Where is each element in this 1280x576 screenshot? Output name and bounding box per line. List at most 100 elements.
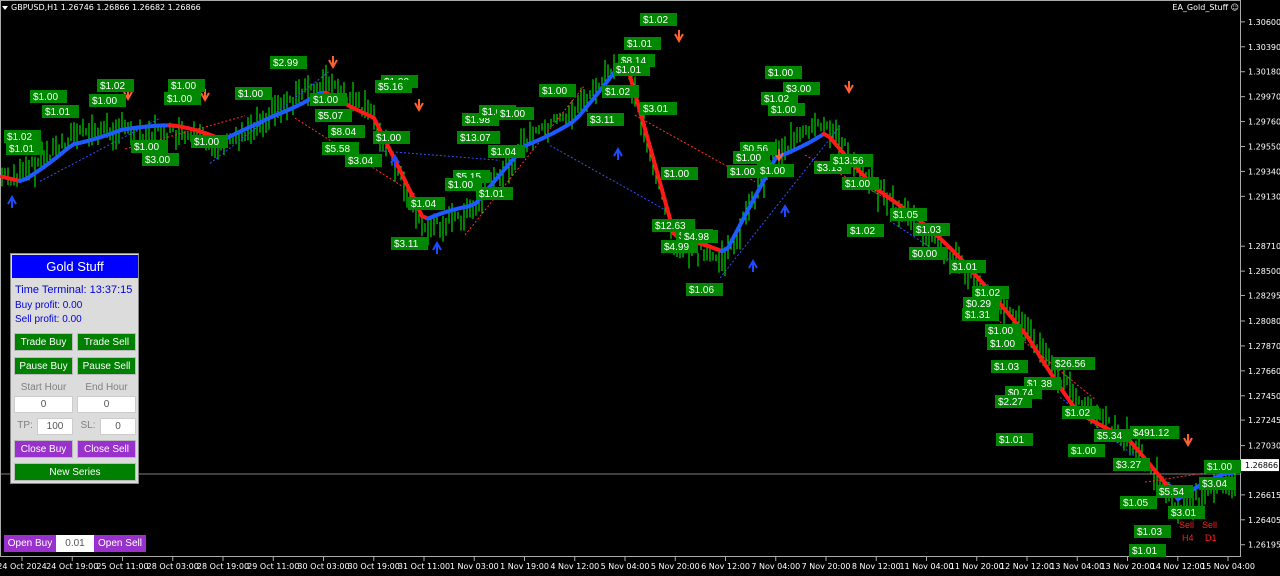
lot-size-field[interactable]: 0.01 xyxy=(56,535,94,552)
profit-label: $2.99 xyxy=(273,58,298,69)
price-tick-label: 1.27450 xyxy=(1248,392,1280,401)
profit-label: $3.11 xyxy=(394,239,419,250)
profit-label: $1.00 xyxy=(771,105,796,116)
profit-label: $1.01 xyxy=(45,107,70,118)
time-tick-label: 7 Nov 04:00 xyxy=(751,562,800,571)
profit-label: $1.05 xyxy=(1123,498,1148,509)
profit-label: $1.00 xyxy=(768,68,793,79)
profit-label: $3.00 xyxy=(145,155,170,166)
profit-label: $3.04 xyxy=(348,156,373,167)
price-tick-label: 1.27245 xyxy=(1248,416,1280,425)
time-tick-label: 11 Nov 04:00 xyxy=(900,562,954,571)
time-tick-label: 25 Oct 11:00 xyxy=(96,562,148,571)
time-tick-label: 24 Oct 19:00 xyxy=(46,562,98,571)
profit-label: $3.04 xyxy=(1202,479,1227,490)
profit-label: $3.00 xyxy=(786,84,811,95)
end-hour-label: End Hour xyxy=(85,382,128,393)
price-tick-label: 1.26405 xyxy=(1248,516,1280,525)
time-tick-label: 11 Nov 20:00 xyxy=(950,562,1004,571)
price-tick-label: 1.27870 xyxy=(1248,342,1280,351)
profit-label: $1.31 xyxy=(965,310,990,321)
price-tick-label: 1.27660 xyxy=(1248,367,1280,376)
profit-label: $1.02 xyxy=(850,226,875,237)
profit-label: $1.01 xyxy=(616,65,641,76)
end-hour-field[interactable]: 0 xyxy=(77,396,136,413)
close-sell-button[interactable]: Close Sell xyxy=(77,440,136,458)
profit-label: $2.27 xyxy=(998,397,1023,408)
profit-label: $1.00 xyxy=(730,167,755,178)
sl-field[interactable]: 0 xyxy=(100,418,136,435)
time-tick-label: 24 Oct 2024 xyxy=(0,562,47,571)
sell-profit: Sell profit: 0.00 xyxy=(15,314,82,325)
profit-label: $1.03 xyxy=(916,225,941,236)
profit-label: $1.00 xyxy=(313,95,338,106)
profit-label: $1.00 xyxy=(1207,462,1232,473)
profit-label: $1.00 xyxy=(448,180,473,191)
profit-label: $1.00 xyxy=(845,179,870,190)
price-tick-label: 1.29340 xyxy=(1248,167,1280,176)
chevron-down-icon[interactable] xyxy=(2,5,8,10)
sell-d1-signal: Sell xyxy=(1202,520,1218,530)
profit-label: $3.01 xyxy=(1171,508,1196,519)
price-tick-label: 1.29130 xyxy=(1248,192,1280,201)
time-tick-label: 14 Nov 12:00 xyxy=(1151,562,1205,571)
price-tick-label: 1.30390 xyxy=(1248,43,1280,52)
time-terminal: Time Terminal: 13:37:15 xyxy=(15,284,133,296)
profit-label: $1.00 xyxy=(33,92,58,103)
profit-label: $5.58 xyxy=(325,144,350,155)
profit-label: $1.01 xyxy=(9,144,34,155)
time-tick-label: 28 Oct 03:00 xyxy=(147,562,199,571)
pause-sell-button[interactable]: Pause Sell xyxy=(77,357,136,375)
sell-h4-signal: Sell xyxy=(1179,520,1195,530)
time-tick-label: 15 Nov 04:00 xyxy=(1201,562,1255,571)
profit-label: $1.00 xyxy=(171,81,196,92)
symbol-header: GBPUSD,H1 1.26746 1.26866 1.26682 1.2686… xyxy=(2,3,201,12)
time-tick-label: 8 Nov 12:00 xyxy=(852,562,901,571)
price-tick-label: 1.30180 xyxy=(1248,68,1280,77)
profit-label: $491.12 xyxy=(1133,428,1170,439)
profit-label: $1.00 xyxy=(760,166,785,177)
profit-label: $5.07 xyxy=(318,111,343,122)
profit-label: $1.01 xyxy=(1132,546,1157,557)
price-tick-label: 1.29760 xyxy=(1248,118,1280,127)
sl-label: SL: xyxy=(80,420,96,431)
time-tick-label: 28 Oct 19:00 xyxy=(197,562,249,571)
time-tick-label: 30 Oct 03:00 xyxy=(297,562,349,571)
profit-label: $1.00 xyxy=(664,169,689,180)
profit-label: $1.03 xyxy=(1137,527,1162,538)
new-series-button[interactable]: New Series xyxy=(14,463,136,481)
tp-label: TP: xyxy=(17,420,33,431)
price-tick-label: 1.28080 xyxy=(1248,317,1280,326)
buy-profit: Buy profit: 0.00 xyxy=(15,300,83,311)
price-chart[interactable]: $1.00 $1.01 $1.02 $1.01 $1.02 $1.00 $1.00 $1.00… xyxy=(0,0,1280,576)
trade-buy-button[interactable]: Trade Buy xyxy=(14,333,73,351)
time-tick-label: 6 Nov 12:00 xyxy=(701,562,750,571)
close-buy-button[interactable]: Close Buy xyxy=(14,440,73,458)
profit-label: $1.05 xyxy=(893,210,918,221)
profit-label: $1.06 xyxy=(689,285,714,296)
time-tick-label: 31 Oct 11:00 xyxy=(398,562,450,571)
time-tick-label: 1 Nov 03:00 xyxy=(450,562,499,571)
profit-label: $5.34 xyxy=(1097,431,1122,442)
open-buy-button[interactable]: Open Buy xyxy=(4,535,56,552)
gold-stuff-panel: Gold Stuff Time Terminal: 13:37:15 Buy p… xyxy=(10,253,139,484)
price-tick-label: 1.26195 xyxy=(1248,541,1280,550)
profit-label: $1.02 xyxy=(643,15,668,26)
profit-label: $1.01 xyxy=(999,435,1024,446)
profit-label: $1.00 xyxy=(238,89,263,100)
pause-buy-button[interactable]: Pause Buy xyxy=(14,357,73,375)
profit-label: $1.00 xyxy=(194,137,219,148)
start-hour-field[interactable]: 0 xyxy=(14,396,73,413)
open-sell-button[interactable]: Open Sell xyxy=(94,535,146,552)
time-tick-label: 30 Oct 19:00 xyxy=(348,562,400,571)
time-tick-label: 4 Nov 12:00 xyxy=(550,562,599,571)
tp-field[interactable]: 100 xyxy=(37,418,73,435)
current-price-label: 1.26866 xyxy=(1245,461,1278,470)
profit-label: $1.00 xyxy=(134,142,159,153)
profit-label: $3.27 xyxy=(1116,460,1141,471)
d1-label: D1 xyxy=(1205,533,1217,543)
price-tick-label: 1.29550 xyxy=(1248,143,1280,152)
profit-label: $0.00 xyxy=(912,249,937,260)
trade-sell-button[interactable]: Trade Sell xyxy=(77,333,136,351)
profit-label: $1.00 xyxy=(990,339,1015,350)
